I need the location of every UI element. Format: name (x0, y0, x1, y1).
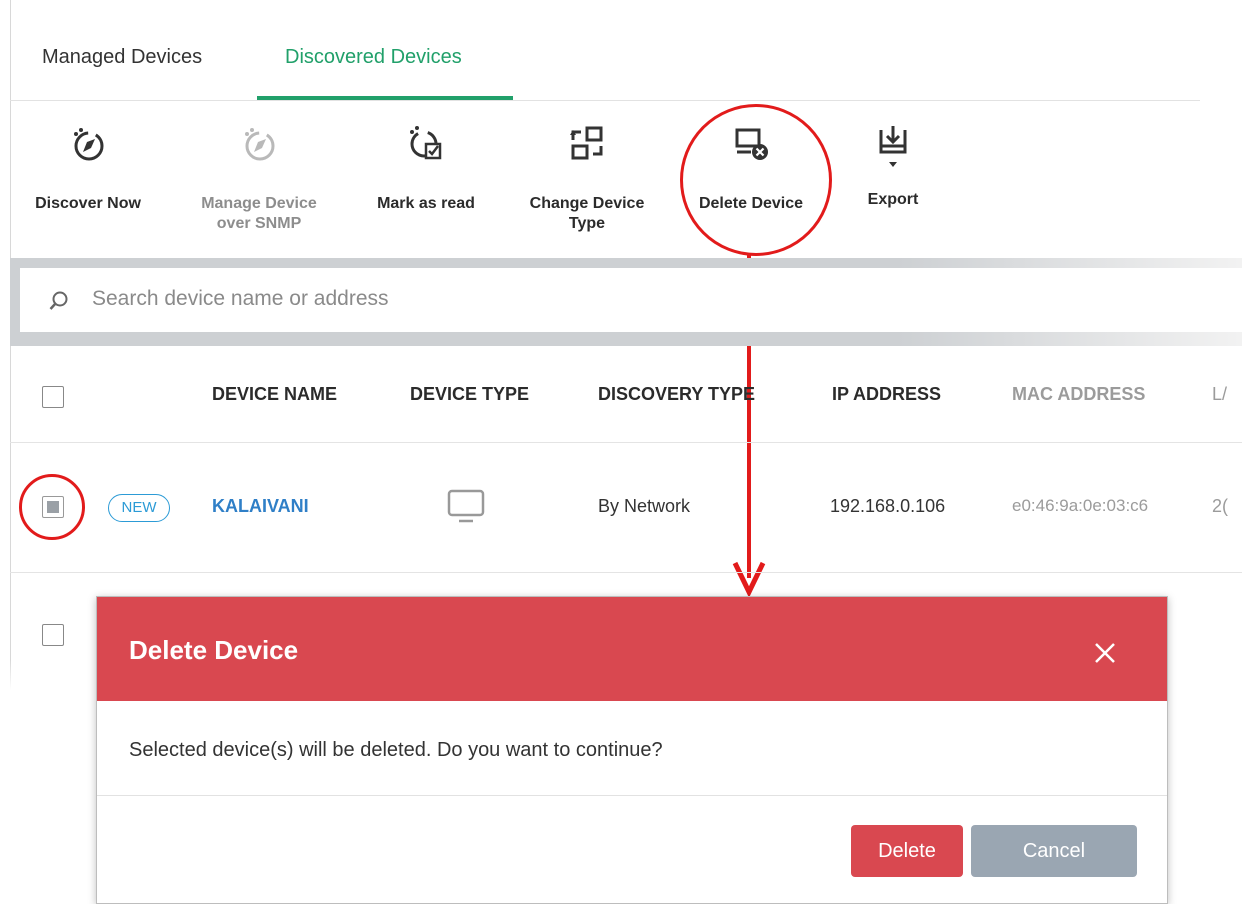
manage-device-snmp-button[interactable]: Manage Device over SNMP (182, 124, 336, 234)
dialog-message: Selected device(s) will be deleted. Do y… (129, 739, 663, 761)
dialog-divider (97, 795, 1167, 796)
mark-read-icon (410, 126, 442, 160)
change-type-label-line2: Type (568, 215, 606, 232)
change-device-type-button[interactable]: Change Device Type (518, 124, 656, 234)
mark-as-read-label: Mark as read (377, 195, 475, 212)
header-divider (10, 442, 1242, 443)
search-input[interactable] (90, 286, 794, 312)
discover-disabled-icon (245, 128, 275, 161)
row-checkbox-2[interactable] (42, 624, 64, 646)
delete-device-dialog: Delete Device Selected device(s) will be… (96, 596, 1168, 904)
header-mac-address[interactable]: MAC ADDRESS (1012, 384, 1145, 405)
annotation-circle-delete (680, 104, 832, 256)
header-discovery-type[interactable]: DISCOVERY TYPE (598, 384, 755, 405)
active-tab-indicator (257, 96, 513, 100)
cancel-button[interactable]: Cancel (971, 825, 1137, 877)
row-divider (10, 572, 1242, 573)
annotation-arrowhead (732, 561, 766, 596)
header-device-name[interactable]: DEVICE NAME (212, 384, 337, 405)
change-type-label-line1: Change Device (529, 195, 645, 212)
search-icon (49, 291, 68, 310)
mac-address-value: e0:46:9a:0e:03:c6 (1012, 496, 1149, 515)
export-label: Export (867, 191, 919, 208)
close-icon[interactable] (1093, 641, 1117, 665)
discovery-type-value: By Network (598, 496, 691, 516)
select-all-checkbox[interactable] (42, 386, 64, 408)
header-device-type[interactable]: DEVICE TYPE (410, 384, 529, 405)
discover-now-button[interactable]: Discover Now (26, 124, 150, 214)
manage-snmp-label-line1: Manage Device (201, 195, 317, 212)
discover-now-label: Discover Now (35, 195, 141, 212)
device-name-link[interactable]: KALAIVANI (212, 496, 309, 517)
export-icon (879, 126, 907, 167)
mark-as-read-button[interactable]: Mark as read (364, 124, 488, 214)
tab-bar: Managed Devices Discovered Devices (10, 0, 1200, 101)
export-button[interactable]: Export (856, 124, 930, 210)
swap-icon (570, 126, 603, 160)
monitor-icon (447, 489, 485, 523)
manage-snmp-label-line2: over SNMP (216, 215, 302, 232)
ip-address-value: 192.168.0.106 (830, 496, 946, 516)
row-cut-off-value: 2( (1212, 496, 1229, 516)
annotation-circle-checkbox (19, 474, 85, 540)
delete-button[interactable]: Delete (851, 825, 963, 877)
tab-managed-devices[interactable]: Managed Devices (42, 46, 202, 69)
new-badge: NEW (108, 494, 170, 522)
tab-discovered-devices[interactable]: Discovered Devices (285, 46, 462, 69)
discover-icon (74, 128, 104, 161)
header-ip-address[interactable]: IP ADDRESS (832, 384, 941, 405)
dialog-header: Delete Device (97, 597, 1167, 701)
dialog-title: Delete Device (129, 635, 299, 665)
header-cut-off: L/ (1212, 384, 1228, 404)
